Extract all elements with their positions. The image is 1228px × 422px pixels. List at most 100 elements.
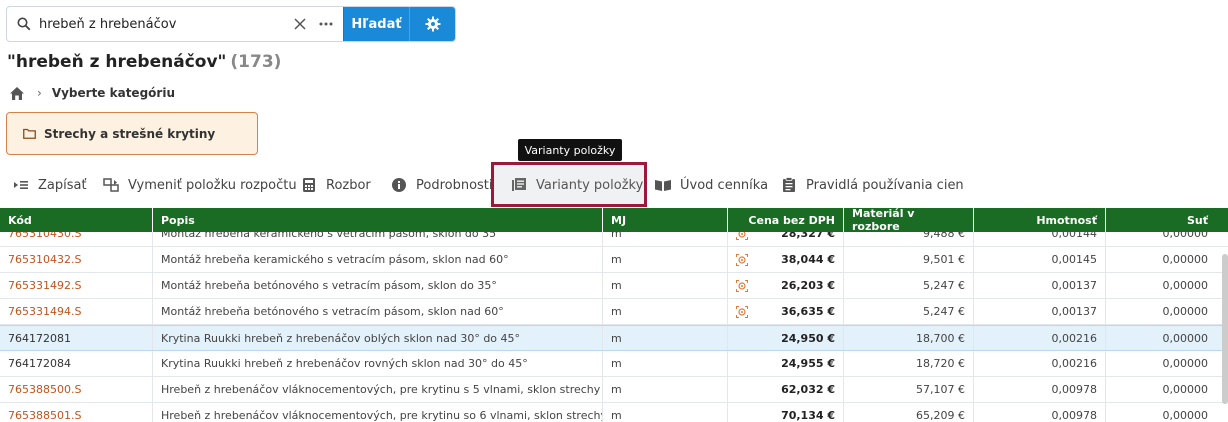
cell-cena: 24,950 €: [728, 326, 844, 350]
uvod-cennika-button[interactable]: Úvod cenníka: [654, 170, 768, 200]
table-row[interactable]: 765388501.S Hrebeň z hrebenáčov vláknocem…: [0, 403, 1228, 422]
more-dots-icon: [319, 22, 333, 26]
target-icon[interactable]: [736, 305, 748, 318]
cell-kod[interactable]: 765331494.S: [0, 299, 153, 324]
header-kod[interactable]: Kód: [0, 208, 153, 232]
cell-mj: m: [603, 351, 728, 376]
cell-mj: m: [603, 232, 728, 246]
vymenit-button[interactable]: Vymeniť položku rozpočtu: [102, 170, 297, 200]
cell-cena-value: 38,044 €: [781, 253, 835, 266]
rozbor-label: Rozbor: [326, 177, 371, 193]
header-popis[interactable]: Popis: [153, 208, 603, 232]
target-icon[interactable]: [736, 253, 748, 266]
category-label: Strechy a strešné krytiny: [44, 126, 216, 141]
zapisat-label: Zapísať: [38, 177, 87, 193]
cell-kod[interactable]: 765388501.S: [0, 403, 153, 422]
table-row[interactable]: 765388500.S Hrebeň z hrebenáčov vláknocem…: [0, 377, 1228, 403]
cell-kod[interactable]: 764172084: [0, 351, 153, 376]
cell-cena: 70,134 €: [728, 403, 844, 422]
search-bar: Hľadať: [6, 6, 456, 42]
cell-kod[interactable]: 764172081: [0, 326, 153, 350]
varianty-label: Varianty položky: [536, 177, 644, 193]
clear-search-button[interactable]: [287, 7, 313, 41]
cell-cena-value: 70,134 €: [781, 409, 835, 422]
search-button[interactable]: Hľadať: [343, 7, 409, 41]
varianty-button[interactable]: Varianty položky: [510, 170, 643, 200]
header-cena[interactable]: Cena bez DPH: [728, 208, 844, 232]
header-mj[interactable]: MJ: [603, 208, 728, 232]
table-row[interactable]: 765310432.S Montáž hrebeňa keramického s …: [0, 247, 1228, 273]
category-chip[interactable]: Strechy a strešné krytiny: [6, 112, 258, 155]
cell-material: 9,501 €: [844, 247, 974, 272]
variants-list-icon: [510, 176, 528, 194]
table-row[interactable]: 765331494.S Montáž hrebeňa betónového s v…: [0, 299, 1228, 325]
cell-kod[interactable]: 765331492.S: [0, 273, 153, 298]
header-material[interactable]: Materiál v rozbore: [844, 207, 974, 233]
cell-kod[interactable]: 765310430.S: [0, 232, 153, 246]
table-row[interactable]: 764172081 Krytina Ruukki hrebeň z hrebená…: [0, 325, 1228, 351]
search-query-title: "hrebeň z hrebenáčov": [7, 52, 227, 72]
cell-cena: 28,327 €: [728, 232, 844, 246]
results-table: Kód Popis MJ Cena bez DPH Materiál v roz…: [0, 207, 1228, 422]
search-input[interactable]: [31, 7, 287, 41]
table-row[interactable]: 764172084 Krytina Ruukki hrebeň z hrebená…: [0, 351, 1228, 377]
cell-hmotnost: 0,00978: [974, 377, 1106, 402]
cell-material: 65,209 €: [844, 403, 974, 422]
clipboard-icon: [780, 176, 798, 194]
header-hmotnost[interactable]: Hmotnosť: [974, 208, 1106, 232]
cell-cena-value: 28,327 €: [781, 232, 835, 240]
cell-cena: 38,044 €: [728, 247, 844, 272]
cell-mj: m: [603, 273, 728, 298]
breadcrumb-category[interactable]: Vyberte kategóriu: [52, 86, 175, 100]
table-row[interactable]: 765310430.S Montáž hrebeňa keramického s …: [0, 232, 1228, 247]
table-body[interactable]: 765310430.S Montáž hrebeňa keramického s …: [0, 232, 1228, 422]
breadcrumb: › Vyberte kategóriu: [9, 84, 175, 102]
podrobnosti-label: Podrobnosti: [416, 177, 493, 193]
close-icon: [294, 18, 306, 30]
cell-hmotnost: 0,00137: [974, 273, 1106, 298]
book-open-icon: [654, 176, 672, 194]
zapisat-button[interactable]: Zapísať: [12, 170, 87, 200]
rozbor-button[interactable]: Rozbor: [300, 170, 371, 200]
cell-cena-value: 26,203 €: [781, 279, 835, 292]
settings-button[interactable]: [409, 7, 455, 41]
cell-kod[interactable]: 765388500.S: [0, 377, 153, 402]
folder-icon: [23, 128, 36, 139]
pravidla-button[interactable]: Pravidlá používania cien: [780, 170, 964, 200]
cell-mj: m: [603, 299, 728, 324]
scrollbar[interactable]: [1222, 254, 1228, 404]
cell-cena-value: 36,635 €: [781, 305, 835, 318]
podrobnosti-button[interactable]: Podrobnosti: [390, 170, 493, 200]
cell-sut: 0,00000: [1162, 305, 1209, 318]
target-icon[interactable]: [736, 279, 748, 292]
cell-hmotnost: 0,00978: [974, 403, 1106, 422]
cell-sut: 0,00000: [1162, 253, 1209, 266]
gear-icon: [425, 16, 440, 32]
page-title: "hrebeň z hrebenáčov" (173): [7, 52, 281, 72]
table-rows: 765310430.S Montáž hrebeňa keramického s …: [0, 232, 1228, 422]
cell-mj: m: [603, 403, 728, 422]
vymenit-label: Vymeniť položku rozpočtu: [128, 177, 297, 193]
cell-material: 5,247 €: [844, 273, 974, 298]
cell-sut: 0,00000: [1162, 409, 1209, 422]
cell-popis: Krytina Ruukki hrebeň z hrebenáčov rovný…: [153, 351, 603, 376]
cell-popis: Montáž hrebeňa betónového s vetracím pás…: [153, 299, 603, 324]
table-row[interactable]: 765331492.S Montáž hrebeňa betónového s v…: [0, 273, 1228, 299]
more-options-button[interactable]: [313, 7, 339, 41]
cell-mj: m: [603, 247, 728, 272]
search-icon: [17, 17, 31, 31]
chevron-right-icon: ›: [37, 86, 42, 100]
header-sut[interactable]: Suť: [1106, 208, 1216, 232]
cell-kod[interactable]: 765310432.S: [0, 247, 153, 272]
search-field[interactable]: [7, 7, 287, 41]
cell-popis: Krytina Ruukki hrebeň z hrebenáčov oblýc…: [153, 326, 603, 350]
toolbar: Zapísať Vymeniť položku rozpočtu Rozbor …: [0, 170, 1228, 200]
cell-material: 18,720 €: [844, 351, 974, 376]
info-icon: [390, 176, 408, 194]
cell-material: 18,700 €: [844, 326, 974, 350]
cell-mj: m: [603, 326, 728, 350]
target-icon[interactable]: [736, 232, 748, 240]
swap-icon: [102, 176, 120, 194]
cell-cena-value: 62,032 €: [781, 383, 835, 396]
home-icon[interactable]: [9, 86, 25, 101]
